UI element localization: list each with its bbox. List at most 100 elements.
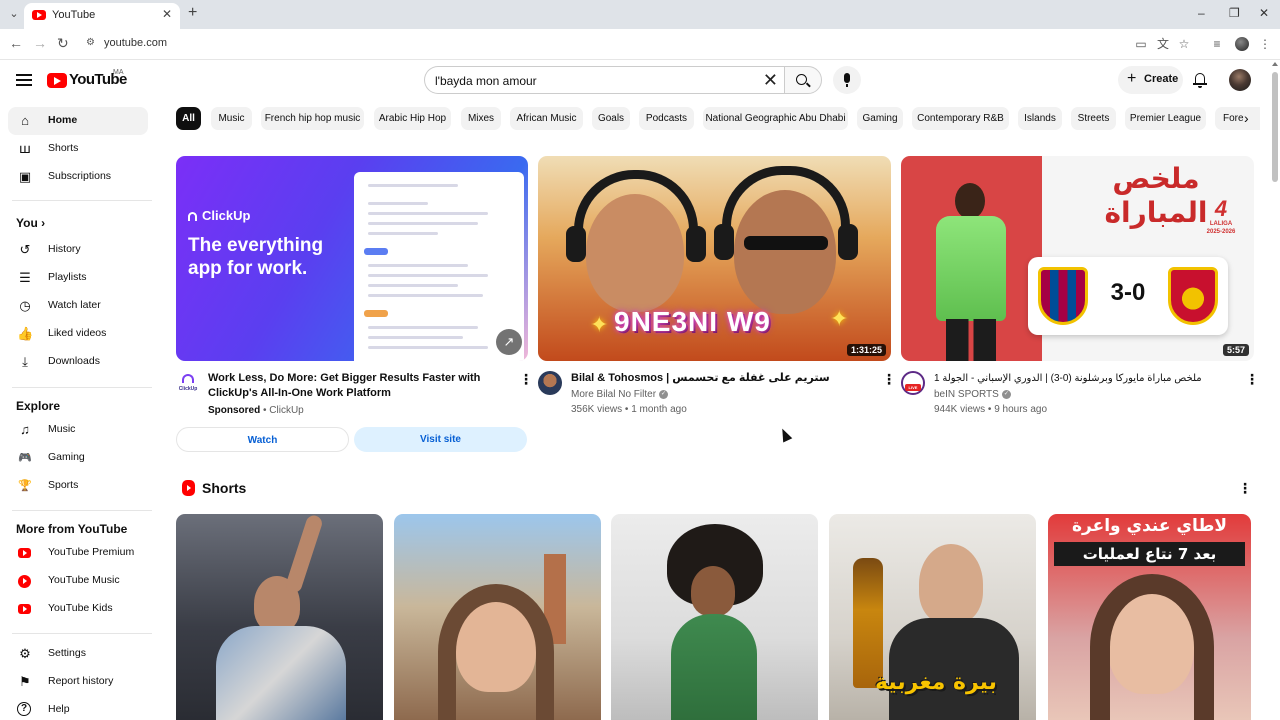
chip-gaming[interactable]: Gaming (857, 107, 903, 130)
short-thumbnail[interactable] (611, 514, 818, 720)
scroll-up-arrow-icon[interactable] (1272, 62, 1278, 66)
divider (12, 633, 152, 634)
browser-tab-youtube[interactable]: YouTube ✕ (24, 3, 180, 29)
page-scrollbar[interactable] (1270, 60, 1280, 720)
chip-african-music[interactable]: African Music (510, 107, 583, 130)
more-actions-icon[interactable]: ⋮ (519, 372, 533, 386)
sidebar-item-report-history[interactable]: ⚑ Report history (8, 668, 148, 696)
guide-menu-icon[interactable] (16, 74, 32, 86)
video-thumbnail[interactable]: ملخص المباراة 4 LALIGA 2025-2026 3-0 5:5… (901, 156, 1254, 361)
sidebar-item-liked-videos[interactable]: 👍 Liked videos (8, 320, 148, 348)
youtube-play-icon (47, 73, 67, 88)
create-button[interactable]: + Create (1118, 66, 1183, 94)
restore-window-icon[interactable]: ❐ (1229, 6, 1240, 20)
sidebar-item-youtube-premium[interactable]: YouTube Premium (8, 539, 148, 567)
search-input[interactable] (435, 73, 755, 89)
reload-icon[interactable]: ↻ (57, 35, 69, 52)
channel-avatar[interactable]: LIVE (901, 371, 925, 395)
chip-podcasts[interactable]: Podcasts (639, 107, 694, 130)
youtube-premium-icon (18, 548, 31, 558)
search-button[interactable] (784, 66, 822, 94)
chip-french-hip-hop[interactable]: French hip hop music (261, 107, 364, 130)
create-label: Create (1144, 73, 1179, 85)
clear-search-icon[interactable]: ✕ (763, 70, 778, 90)
short-thumbnail[interactable] (176, 514, 383, 720)
shorts-more-icon[interactable]: ⋮ (1238, 481, 1252, 495)
url-text[interactable]: youtube.com (104, 37, 167, 49)
close-window-icon[interactable]: ✕ (1259, 6, 1269, 20)
visit-site-button[interactable]: Visit site (354, 427, 527, 452)
guide-sidebar: ⌂ Home ꟺ Shorts ▣ Subscriptions You › ↺ … (0, 102, 160, 720)
sidebar-item-subscriptions[interactable]: ▣ Subscriptions (8, 163, 148, 191)
minimize-window-icon[interactable]: – (1198, 6, 1205, 20)
advertiser-logo[interactable]: ClickUp (176, 371, 200, 395)
short-thumbnail[interactable]: بيرة مغربية (829, 514, 1036, 720)
chip-goals[interactable]: Goals (592, 107, 630, 130)
chip-premier-league[interactable]: Premier League (1125, 107, 1206, 130)
more-actions-icon[interactable]: ⋮ (1245, 372, 1259, 386)
new-tab-button[interactable]: + (188, 5, 197, 21)
address-bar[interactable]: ⚙ youtube.com (78, 33, 1128, 55)
cast-icon[interactable]: ▭ (1133, 36, 1149, 52)
chip-contemporary-rnb[interactable]: Contemporary R&B (912, 107, 1009, 130)
sidebar-item-gaming[interactable]: 🎮 Gaming (8, 444, 148, 472)
short-thumbnail[interactable] (394, 514, 601, 720)
scrollbar-thumb[interactable] (1272, 72, 1278, 182)
ad-meta: Sponsored • ClickUp (208, 405, 304, 416)
sidebar-item-downloads[interactable]: ⤓ Downloads (8, 348, 148, 376)
channel-name[interactable]: beIN SPORTS ✓ (934, 388, 1011, 402)
ad-title[interactable]: Work Less, Do More: Get Bigger Results F… (208, 371, 508, 401)
sidebar-item-sports[interactable]: 🏆 Sports (8, 472, 148, 500)
video-meta: 356K views • 1 month ago (571, 404, 687, 415)
chip-islands[interactable]: Islands (1018, 107, 1062, 130)
translate-icon[interactable]: 文 (1155, 36, 1171, 52)
tab-search-icon[interactable]: ⌄ (6, 6, 22, 22)
bookmark-star-icon[interactable]: ☆ (1176, 36, 1192, 52)
match-score: 3-0 (1110, 279, 1146, 306)
chip-mixes[interactable]: Mixes (461, 107, 501, 130)
sidebar-you-heading[interactable]: You › (16, 216, 45, 230)
back-arrow-icon[interactable]: ← (9, 35, 23, 51)
youtube-logo[interactable]: YouTube MA (47, 69, 147, 92)
search-icon (796, 74, 807, 85)
youtube-music-icon (18, 575, 31, 588)
sidebar-item-watch-later[interactable]: ◷ Watch later (8, 292, 148, 320)
forward-arrow-icon[interactable]: → (33, 35, 47, 51)
chip-all[interactable]: All (176, 107, 201, 130)
browser-menu-icon[interactable]: ⋮ (1257, 36, 1273, 52)
sidebar-item-label: Sports (48, 479, 79, 491)
sidebar-item-playlists[interactable]: ☰ Playlists (8, 264, 148, 292)
video-title[interactable]: Bilal & Tohosmos | ستريم على غفلة مع تحس… (571, 371, 871, 386)
account-avatar[interactable] (1229, 69, 1251, 91)
chip-national-geographic[interactable]: National Geographic Abu Dhabi (703, 107, 848, 130)
channel-name[interactable]: More Bilal No Filter ✓ (571, 388, 669, 402)
sidebar-item-help[interactable]: ? Help (8, 696, 148, 720)
sidebar-item-music[interactable]: ♫ Music (8, 416, 148, 444)
sidebar-item-settings[interactable]: ⚙ Settings (8, 640, 148, 668)
sidebar-item-youtube-kids[interactable]: YouTube Kids (8, 595, 148, 623)
sidebar-item-shorts[interactable]: ꟺ Shorts (8, 135, 148, 163)
site-info-icon[interactable]: ⚙ (86, 37, 98, 49)
sidebar-item-history[interactable]: ↺ History (8, 236, 148, 264)
chevron-right-icon[interactable]: › (1244, 110, 1249, 126)
sidebar-item-home[interactable]: ⌂ Home (8, 107, 148, 135)
more-actions-icon[interactable]: ⋮ (882, 372, 896, 386)
ad-thumbnail[interactable]: ClickUp The everything app for work. ↗ (176, 156, 528, 361)
notifications-bell-icon[interactable] (1192, 71, 1208, 89)
sidebar-item-youtube-music[interactable]: YouTube Music (8, 567, 148, 595)
browser-profile-icon[interactable] (1235, 37, 1249, 51)
tab-close-icon[interactable]: ✕ (162, 7, 172, 21)
watch-button[interactable]: Watch (176, 427, 349, 452)
video-title[interactable]: ملخص مباراة مايوركا وبرشلونة (0-3) | الد… (934, 371, 1234, 386)
external-link-icon[interactable]: ↗ (496, 329, 522, 355)
reading-list-icon[interactable]: ≡ (1209, 36, 1225, 52)
video-thumbnail[interactable]: ✦ ✦ 9NE3NI W9 1:31:25 (538, 156, 891, 361)
chip-streets[interactable]: Streets (1071, 107, 1116, 130)
channel-avatar[interactable] (538, 371, 562, 395)
chip-arabic-hip-hop[interactable]: Arabic Hip Hop (374, 107, 451, 130)
chip-truncated[interactable]: Fore (1215, 107, 1260, 130)
short-thumbnail[interactable]: لاطاي عندي واعرة بعد 7 نتاع لعمليات (1048, 514, 1251, 720)
voice-search-button[interactable] (833, 66, 861, 94)
sparkle-icon: ✦ (590, 312, 609, 337)
chip-music[interactable]: Music (211, 107, 252, 130)
